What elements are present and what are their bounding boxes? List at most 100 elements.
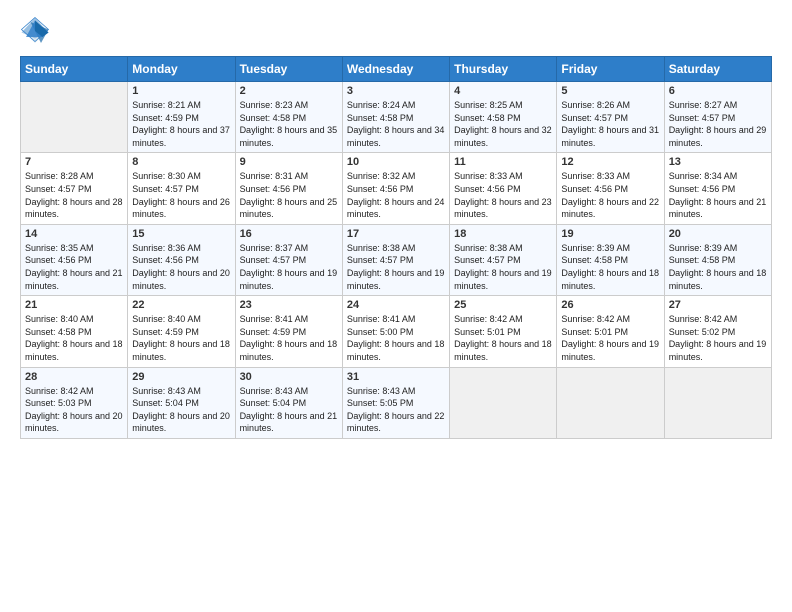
calendar-cell: 8 Sunrise: 8:30 AMSunset: 4:57 PMDaylight… — [128, 153, 235, 224]
calendar-week-2: 14Sunrise: 8:35 AMSunset: 4:56 PMDayligh… — [21, 224, 772, 295]
calendar-cell: 11 Sunrise: 8:33 AMSunset: 4:56 PMDayligh… — [450, 153, 557, 224]
cell-info: Sunrise: 8:37 AMSunset: 4:57 PMDaylight:… — [240, 242, 338, 292]
calendar-cell: 26 Sunrise: 8:42 AMSunset: 5:01 PMDayligh… — [557, 296, 664, 367]
weekday-header-row: SundayMondayTuesdayWednesdayThursdayFrid… — [21, 57, 772, 82]
day-number: 3 — [347, 85, 445, 97]
calendar-cell — [664, 367, 771, 438]
cell-info: Sunrise: 8:25 AMSunset: 4:58 PMDaylight:… — [454, 99, 552, 149]
calendar-cell: 3 Sunrise: 8:24 AMSunset: 4:58 PMDaylight… — [342, 82, 449, 153]
cell-info: Sunrise: 8:21 AMSunset: 4:59 PMDaylight:… — [132, 99, 230, 149]
calendar-cell — [21, 82, 128, 153]
day-number: 8 — [132, 156, 230, 168]
calendar-cell: 5 Sunrise: 8:26 AMSunset: 4:57 PMDaylight… — [557, 82, 664, 153]
cell-info: Sunrise: 8:39 AMSunset: 4:58 PMDaylight:… — [669, 242, 767, 292]
cell-info: Sunrise: 8:38 AMSunset: 4:57 PMDaylight:… — [347, 242, 445, 292]
calendar-cell: 24 Sunrise: 8:41 AMSunset: 5:00 PMDayligh… — [342, 296, 449, 367]
weekday-header-thursday: Thursday — [450, 57, 557, 82]
cell-info: Sunrise: 8:24 AMSunset: 4:58 PMDaylight:… — [347, 99, 445, 149]
day-number: 26 — [561, 299, 659, 311]
cell-info: Sunrise: 8:39 AMSunset: 4:58 PMDaylight:… — [561, 242, 659, 292]
day-number: 25 — [454, 299, 552, 311]
day-number: 27 — [669, 299, 767, 311]
day-number: 28 — [25, 371, 123, 383]
calendar-week-4: 28Sunrise: 8:42 AMSunset: 5:03 PMDayligh… — [21, 367, 772, 438]
cell-info: Sunrise: 8:33 AMSunset: 4:56 PMDaylight:… — [561, 170, 659, 220]
cell-info: Sunrise: 8:36 AMSunset: 4:56 PMDaylight:… — [132, 242, 230, 292]
cell-info: Sunrise: 8:40 AMSunset: 4:59 PMDaylight:… — [132, 313, 230, 363]
calendar-cell: 1Sunrise: 8:21 AMSunset: 4:59 PMDaylight… — [128, 82, 235, 153]
cell-info: Sunrise: 8:31 AMSunset: 4:56 PMDaylight:… — [240, 170, 338, 220]
day-number: 20 — [669, 228, 767, 240]
cell-info: Sunrise: 8:23 AMSunset: 4:58 PMDaylight:… — [240, 99, 338, 149]
day-number: 23 — [240, 299, 338, 311]
calendar-cell: 6Sunrise: 8:27 AMSunset: 4:57 PMDaylight… — [664, 82, 771, 153]
cell-info: Sunrise: 8:43 AMSunset: 5:05 PMDaylight:… — [347, 385, 445, 435]
calendar-cell: 30 Sunrise: 8:43 AMSunset: 5:04 PMDayligh… — [235, 367, 342, 438]
day-number: 9 — [240, 156, 338, 168]
calendar-cell: 15 Sunrise: 8:36 AMSunset: 4:56 PMDayligh… — [128, 224, 235, 295]
cell-info: Sunrise: 8:42 AMSunset: 5:02 PMDaylight:… — [669, 313, 767, 363]
calendar-cell: 21 Sunrise: 8:40 AMSunset: 4:58 PMDayligh… — [21, 296, 128, 367]
calendar-cell: 28Sunrise: 8:42 AMSunset: 5:03 PMDayligh… — [21, 367, 128, 438]
calendar-cell — [557, 367, 664, 438]
day-number: 16 — [240, 228, 338, 240]
day-number: 29 — [132, 371, 230, 383]
cell-info: Sunrise: 8:26 AMSunset: 4:57 PMDaylight:… — [561, 99, 659, 149]
calendar-week-1: 7 Sunrise: 8:28 AMSunset: 4:57 PMDaylight… — [21, 153, 772, 224]
calendar-cell — [450, 367, 557, 438]
day-number: 15 — [132, 228, 230, 240]
day-number: 30 — [240, 371, 338, 383]
day-number: 4 — [454, 85, 552, 97]
calendar-cell: 20 Sunrise: 8:39 AMSunset: 4:58 PMDayligh… — [664, 224, 771, 295]
calendar-week-3: 21 Sunrise: 8:40 AMSunset: 4:58 PMDayligh… — [21, 296, 772, 367]
cell-info: Sunrise: 8:30 AMSunset: 4:57 PMDaylight:… — [132, 170, 230, 220]
weekday-header-saturday: Saturday — [664, 57, 771, 82]
cell-info: Sunrise: 8:33 AMSunset: 4:56 PMDaylight:… — [454, 170, 552, 220]
cell-info: Sunrise: 8:34 AMSunset: 4:56 PMDaylight:… — [669, 170, 767, 220]
cell-info: Sunrise: 8:41 AMSunset: 5:00 PMDaylight:… — [347, 313, 445, 363]
calendar-cell: 16 Sunrise: 8:37 AMSunset: 4:57 PMDayligh… — [235, 224, 342, 295]
calendar-cell: 25 Sunrise: 8:42 AMSunset: 5:01 PMDayligh… — [450, 296, 557, 367]
calendar-cell: 9 Sunrise: 8:31 AMSunset: 4:56 PMDaylight… — [235, 153, 342, 224]
calendar-cell: 19 Sunrise: 8:39 AMSunset: 4:58 PMDayligh… — [557, 224, 664, 295]
day-number: 12 — [561, 156, 659, 168]
cell-info: Sunrise: 8:42 AMSunset: 5:01 PMDaylight:… — [454, 313, 552, 363]
calendar-cell: 27 Sunrise: 8:42 AMSunset: 5:02 PMDayligh… — [664, 296, 771, 367]
day-number: 19 — [561, 228, 659, 240]
calendar-cell: 4 Sunrise: 8:25 AMSunset: 4:58 PMDaylight… — [450, 82, 557, 153]
weekday-header-friday: Friday — [557, 57, 664, 82]
weekday-header-wednesday: Wednesday — [342, 57, 449, 82]
cell-info: Sunrise: 8:42 AMSunset: 5:01 PMDaylight:… — [561, 313, 659, 363]
day-number: 7 — [25, 156, 123, 168]
weekday-header-sunday: Sunday — [21, 57, 128, 82]
calendar: SundayMondayTuesdayWednesdayThursdayFrid… — [20, 56, 772, 439]
calendar-cell: 22 Sunrise: 8:40 AMSunset: 4:59 PMDayligh… — [128, 296, 235, 367]
calendar-cell: 13Sunrise: 8:34 AMSunset: 4:56 PMDayligh… — [664, 153, 771, 224]
day-number: 14 — [25, 228, 123, 240]
cell-info: Sunrise: 8:28 AMSunset: 4:57 PMDaylight:… — [25, 170, 123, 220]
calendar-cell: 23Sunrise: 8:41 AMSunset: 4:59 PMDayligh… — [235, 296, 342, 367]
day-number: 22 — [132, 299, 230, 311]
cell-info: Sunrise: 8:43 AMSunset: 5:04 PMDaylight:… — [240, 385, 338, 435]
day-number: 31 — [347, 371, 445, 383]
day-number: 21 — [25, 299, 123, 311]
day-number: 24 — [347, 299, 445, 311]
day-number: 11 — [454, 156, 552, 168]
calendar-cell: 14Sunrise: 8:35 AMSunset: 4:56 PMDayligh… — [21, 224, 128, 295]
day-number: 17 — [347, 228, 445, 240]
calendar-cell: 2 Sunrise: 8:23 AMSunset: 4:58 PMDaylight… — [235, 82, 342, 153]
day-number: 10 — [347, 156, 445, 168]
calendar-cell: 10Sunrise: 8:32 AMSunset: 4:56 PMDayligh… — [342, 153, 449, 224]
day-number: 2 — [240, 85, 338, 97]
logo-icon — [20, 16, 50, 46]
calendar-cell: 18Sunrise: 8:38 AMSunset: 4:57 PMDayligh… — [450, 224, 557, 295]
calendar-cell: 29 Sunrise: 8:43 AMSunset: 5:04 PMDayligh… — [128, 367, 235, 438]
cell-info: Sunrise: 8:43 AMSunset: 5:04 PMDaylight:… — [132, 385, 230, 435]
weekday-header-monday: Monday — [128, 57, 235, 82]
calendar-cell: 7 Sunrise: 8:28 AMSunset: 4:57 PMDaylight… — [21, 153, 128, 224]
calendar-cell: 12 Sunrise: 8:33 AMSunset: 4:56 PMDayligh… — [557, 153, 664, 224]
day-number: 5 — [561, 85, 659, 97]
calendar-cell: 31 Sunrise: 8:43 AMSunset: 5:05 PMDayligh… — [342, 367, 449, 438]
calendar-week-0: 1Sunrise: 8:21 AMSunset: 4:59 PMDaylight… — [21, 82, 772, 153]
cell-info: Sunrise: 8:40 AMSunset: 4:58 PMDaylight:… — [25, 313, 123, 363]
